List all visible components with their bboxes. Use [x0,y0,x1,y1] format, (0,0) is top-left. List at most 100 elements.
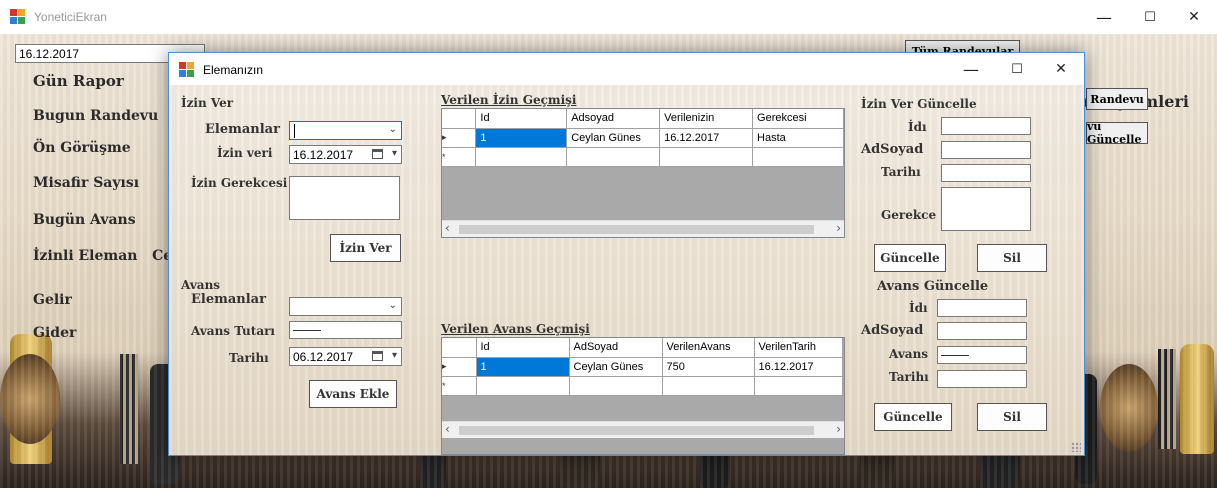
dialog-minimize-button[interactable]: — [948,54,994,84]
leave-staff-combo[interactable]: ⌄ [289,121,402,140]
grid-column-header[interactable]: VerilenTarih [754,338,843,358]
advance-update-id-input[interactable] [937,299,1027,317]
horizontal-scrollbar[interactable]: ‹ › [442,421,844,438]
sidebar-guest-count: Misafir Sayısı [33,175,140,191]
leave-update-date-input[interactable] [941,164,1031,182]
leave-update-button[interactable]: Güncelle [874,244,946,272]
calendar-icon [372,351,383,361]
add-advance-button[interactable]: Avans Ekle [309,380,397,408]
leave-update-id-label: İdı [908,120,927,134]
grid-cell[interactable]: 16.12.2017 [754,357,843,377]
dialog-title: Elemanızın [203,63,264,77]
horizontal-scrollbar[interactable]: ‹ › [442,220,844,237]
leave-reason-textarea[interactable] [289,176,400,220]
sidebar-income: Gelir [33,292,72,308]
main-title-bar: YoneticiEkran — ☐ ✕ [0,0,1217,34]
grid-cell[interactable]: 1 [476,357,570,377]
leave-date-label: İzin veri [217,146,273,160]
staff-dialog: Elemanızın — ☐ ✕ İzin Ver Elemanlar ⌄ İz… [168,52,1085,456]
dialog-title-bar: Elemanızın — ☐ ✕ [169,53,1084,85]
grid-cell[interactable]: Ceylan Günes [569,357,663,377]
leave-delete-button[interactable]: Sil [977,244,1047,272]
table-row[interactable]: ▸ 1 Ceylan Günes 750 16.12.2017 [442,357,843,377]
grid-cell[interactable]: Hasta [752,128,844,148]
grid-column-header[interactable]: AdSoyad [569,338,663,358]
grid-column-header[interactable]: VerilenAvans [662,338,755,358]
grid-column-header[interactable]: Id [475,109,568,129]
sidebar-expense: Gider [33,325,77,341]
chevron-left-icon[interactable]: ‹ [445,221,450,235]
chevron-down-icon: ▾ [391,148,397,159]
leave-section-heading: İzin Ver [181,96,234,110]
appointment-button[interactable]: Randevu [1086,88,1148,110]
dialog-app-icon [179,62,195,78]
grid-column-header[interactable]: Id [476,338,570,358]
chevron-down-icon: ▾ [391,350,397,361]
grid-cell[interactable]: Ceylan Günes [566,128,661,148]
advance-update-date-label: Tarihı [889,370,929,384]
grid-cell[interactable]: 750 [662,357,755,377]
grid-column-header[interactable]: Adsoyad [566,109,661,129]
row-indicator: ▸ [442,357,477,377]
leave-update-reason-label: Gerekce [881,208,937,222]
new-row-indicator: * [442,147,477,167]
main-maximize-button[interactable]: ☐ [1127,2,1173,32]
grid-cell[interactable]: 16.12.2017 [659,128,754,148]
leave-update-date-label: Tarihı [881,165,921,179]
sidebar-today-advance: Bugün Avans [33,212,136,228]
advance-history-grid[interactable]: Id AdSoyad VerilenAvans VerilenTarih ▸ 1… [441,337,845,455]
advance-update-amount-input[interactable] [937,346,1027,364]
leave-update-heading: İzin Ver Güncelle [861,97,977,111]
grant-leave-button[interactable]: İzin Ver [330,234,401,262]
advance-delete-button[interactable]: Sil [977,403,1047,431]
advance-amount-input[interactable] [289,321,402,339]
advance-history-title: Verilen Avans Geçmişi [441,322,590,336]
advance-amount-label: Avans Tutarı [191,324,275,338]
advance-update-amount-label: Avans [889,347,929,361]
update-appointment-button[interactable]: vu Güncelle [1086,120,1148,146]
row-indicator: ▸ [442,128,477,148]
dialog-maximize-button[interactable]: ☐ [994,54,1040,84]
advance-update-name-label: AdSoyad [861,323,924,338]
advance-date-picker[interactable]: 06.12.2017 ▾ [289,347,402,366]
chevron-down-icon: ⌄ [388,124,397,135]
sidebar-on-leave-staff: İzinli Eleman Cey [33,248,181,264]
grid-column-header[interactable]: Gerekcesi [752,109,844,129]
dialog-close-button[interactable]: ✕ [1038,54,1084,84]
leave-update-id-input[interactable] [941,117,1031,135]
dialog-body: İzin Ver Elemanlar ⌄ İzin veri 16.12.201… [169,85,1084,455]
main-minimize-button[interactable]: — [1081,2,1127,32]
resize-grip-icon[interactable] [1071,442,1081,452]
chevron-right-icon[interactable]: › [836,422,841,436]
leave-history-title: Verilen İzin Geçmişi [441,93,577,107]
table-row[interactable]: ▸ 1 Ceylan Günes 16.12.2017 Hasta [442,128,844,148]
new-row[interactable]: * [442,376,843,396]
leave-update-name-input[interactable] [941,141,1031,159]
leave-update-reason-textarea[interactable] [941,187,1031,231]
new-row[interactable]: * [442,147,844,167]
advance-update-name-input[interactable] [937,322,1027,340]
advance-update-date-input[interactable] [937,370,1027,388]
main-title: YoneticiEkran [34,10,107,24]
sidebar-today-appointments: Bugun Randevu [33,108,159,124]
leave-update-name-label: AdSoyad [861,142,924,157]
chevron-down-icon: ⌄ [388,300,397,311]
leave-staff-label: Elemanlar [205,122,280,137]
grid-cell[interactable]: 1 [475,128,568,148]
advance-date-label: Tarihı [229,351,269,365]
advance-update-heading: Avans Güncelle [877,279,989,294]
chevron-right-icon[interactable]: › [836,221,841,235]
advance-staff-combo[interactable]: ⌄ [289,297,402,316]
sidebar-daily-report: Gün Rapor [33,72,124,90]
chevron-left-icon[interactable]: ‹ [445,422,450,436]
leave-reason-label: İzin Gerekcesi [191,176,288,190]
main-close-button[interactable]: ✕ [1171,2,1217,32]
sidebar-pre-interview: Ön Görüşme [33,140,131,156]
leave-history-grid[interactable]: Id Adsoyad Verilenizin Gerekcesi ▸ 1 Cey… [441,108,845,238]
app-icon [10,9,26,25]
advance-update-button[interactable]: Güncelle [874,403,952,431]
advance-update-id-label: İdı [909,301,928,315]
grid-column-header[interactable]: Verilenizin [659,109,754,129]
advance-staff-label: Elemanlar [191,292,266,307]
leave-date-picker[interactable]: 16.12.2017 ▾ [289,145,402,164]
